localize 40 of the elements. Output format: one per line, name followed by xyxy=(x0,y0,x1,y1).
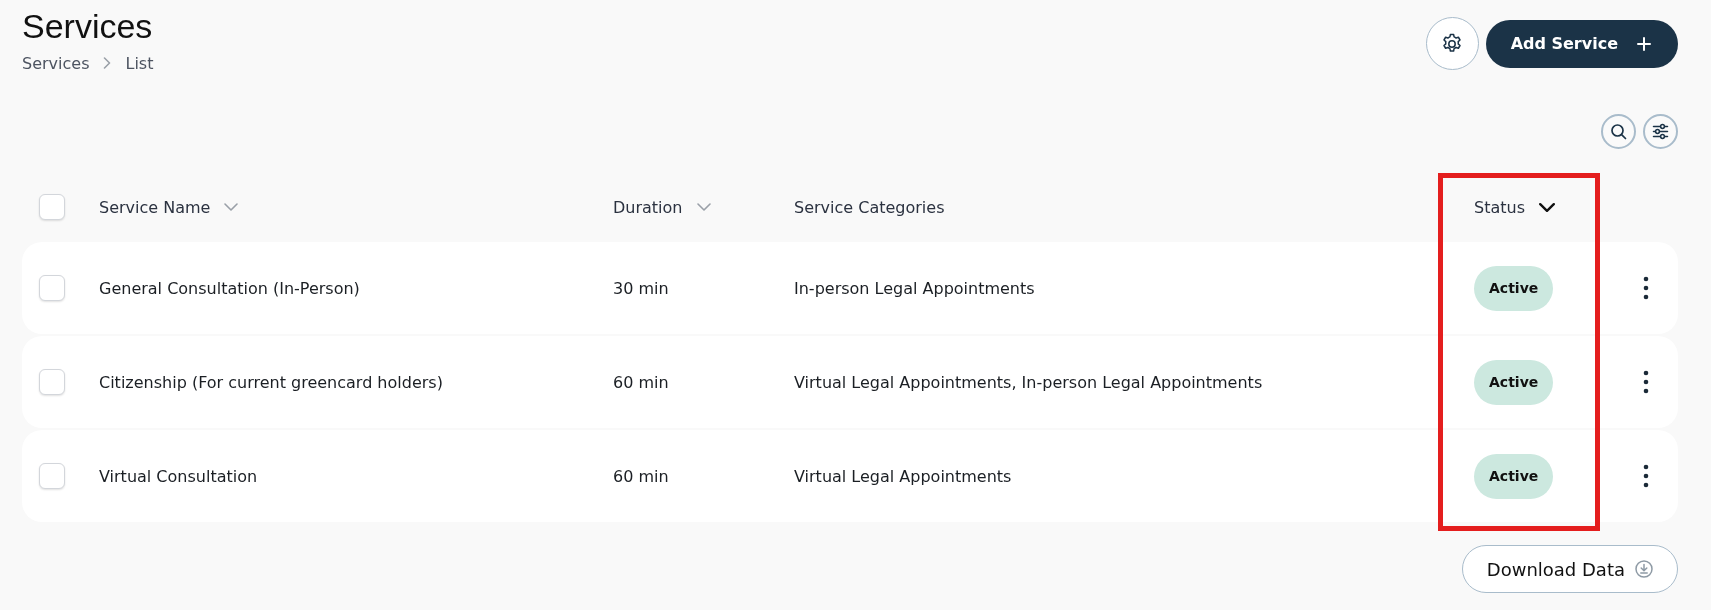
duration: 60 min xyxy=(613,372,669,392)
breadcrumb-item[interactable]: Services xyxy=(22,53,90,73)
checkbox[interactable] xyxy=(39,275,65,301)
status-badge: Active xyxy=(1474,265,1554,311)
duration: 30 min xyxy=(613,278,669,298)
filter-button[interactable] xyxy=(1643,114,1678,149)
duration: 60 min xyxy=(613,466,669,486)
settings-button[interactable] xyxy=(1425,17,1479,70)
sliders-icon xyxy=(1652,123,1669,140)
status-badge: Active xyxy=(1474,359,1554,405)
checkbox[interactable] xyxy=(39,463,65,489)
search-icon xyxy=(1610,123,1627,140)
search-button[interactable] xyxy=(1601,114,1636,149)
column-header: Service Categories xyxy=(794,197,945,217)
more-options-icon[interactable] xyxy=(1643,370,1649,394)
column-header[interactable]: Service Name xyxy=(99,197,211,217)
service-name: Citizenship (For current greencard holders) xyxy=(99,372,443,392)
service-name: Virtual Consultation xyxy=(99,466,258,486)
download-icon xyxy=(1635,560,1653,578)
checkbox[interactable] xyxy=(39,194,65,220)
download-data-button[interactable]: Download Data xyxy=(1461,545,1678,593)
add-service-button[interactable]: Add Service xyxy=(1485,19,1678,68)
table-row[interactable]: Virtual Consultation 60 min Virtual Legal Appointments Active xyxy=(22,430,1678,522)
chevron-right-icon xyxy=(103,57,112,69)
status-badge: Active xyxy=(1474,453,1554,499)
more-options-icon[interactable] xyxy=(1643,276,1649,300)
service-categories: In-person Legal Appointments xyxy=(794,278,1035,298)
service-name: General Consultation (In-Person) xyxy=(99,278,360,298)
column-header[interactable]: Duration xyxy=(613,197,683,217)
service-categories: Virtual Legal Appointments xyxy=(794,466,1012,486)
breadcrumb-item: List xyxy=(125,53,154,73)
plus-icon xyxy=(1637,36,1651,51)
page-title: Services xyxy=(22,6,153,46)
column-header[interactable]: Status xyxy=(1474,197,1525,217)
table-row[interactable]: Citizenship (For current greencard holders) 60 min Virtual Legal Appointments, In-person Legal Appointments Active xyxy=(22,336,1678,428)
more-options-icon[interactable] xyxy=(1643,464,1649,488)
checkbox[interactable] xyxy=(39,369,65,395)
table-row[interactable]: General Consultation (In-Person) 30 min In-person Legal Appointments Active xyxy=(22,242,1678,334)
chevron-down-icon[interactable] xyxy=(1539,202,1555,212)
service-categories: Virtual Legal Appointments, In-person Legal Appointments xyxy=(794,372,1263,392)
